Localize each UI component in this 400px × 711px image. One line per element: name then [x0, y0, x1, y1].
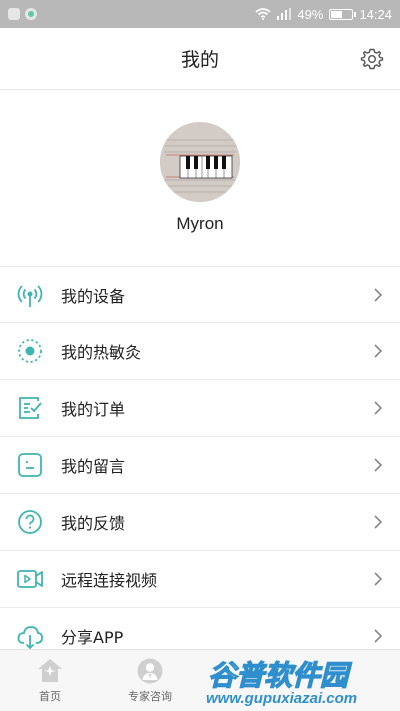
doctor-icon	[137, 658, 163, 684]
avatar-image	[160, 122, 240, 202]
message-icon	[16, 451, 44, 479]
signal-icon	[277, 8, 292, 20]
clock: 14:24	[359, 6, 392, 22]
avatar[interactable]	[160, 122, 240, 202]
battery-icon	[329, 8, 357, 20]
page-title: 我的	[180, 49, 219, 71]
chevron-right-icon	[374, 344, 383, 358]
menu-item-orders[interactable]: 我的订单	[0, 380, 400, 437]
menu-item-label: 我的反馈	[61, 514, 126, 533]
menu-list: 我的设备 我的热敏灸 我的订单 我的留言 我的反馈 远程连接视频 分享APP	[0, 266, 400, 665]
app-header: 我的	[0, 28, 400, 90]
status-bar: 49% 14:24	[0, 0, 400, 28]
menu-item-label: 分享APP	[61, 628, 124, 647]
menu-item-label: 我的热敏灸	[61, 343, 142, 362]
menu-item-messages[interactable]: 我的留言	[0, 437, 400, 494]
menu-item-feedback[interactable]: 我的反馈	[0, 494, 400, 551]
home-icon	[37, 658, 63, 684]
question-icon	[16, 508, 44, 536]
nav-item-home[interactable]: 首页	[0, 650, 100, 711]
watermark-url: www.gupuxiazai.com	[206, 690, 357, 707]
video-icon	[16, 565, 44, 593]
menu-item-moxibustion[interactable]: 我的热敏灸	[0, 323, 400, 380]
watermark-title: 谷普软件园	[208, 659, 352, 692]
order-list-icon	[16, 394, 44, 422]
notification-app-icon	[8, 8, 20, 20]
menu-item-label: 远程连接视频	[61, 571, 158, 590]
watermark-logo: 谷普软件园 www.gupuxiazai.com	[206, 658, 357, 707]
menu-item-remote-video[interactable]: 远程连接视频	[0, 551, 400, 608]
chevron-right-icon	[374, 515, 383, 529]
chevron-right-icon	[374, 572, 383, 586]
settings-button[interactable]	[360, 47, 384, 71]
wifi-icon	[255, 8, 271, 20]
cloud-share-icon	[16, 622, 44, 650]
chevron-right-icon	[374, 458, 383, 472]
chevron-right-icon	[374, 401, 383, 415]
menu-item-label: 我的订单	[61, 400, 126, 419]
battery-percent: 49%	[297, 6, 324, 22]
broadcast-icon	[16, 281, 44, 309]
nav-label: 首页	[39, 689, 61, 703]
chevron-right-icon	[374, 629, 383, 643]
menu-item-label: 我的留言	[61, 457, 126, 476]
notification-icons	[8, 8, 37, 20]
menu-item-devices[interactable]: 我的设备	[0, 266, 400, 323]
profile-section: Myron	[0, 90, 400, 250]
nav-item-expert[interactable]: 专家咨询	[100, 650, 200, 711]
menu-item-label: 我的设备	[61, 286, 126, 306]
status-indicators: 49% 14:24	[255, 7, 392, 22]
notification-chat-icon	[25, 8, 37, 20]
gear-icon	[360, 48, 384, 70]
username: Myron	[176, 214, 224, 233]
nav-label: 专家咨询	[128, 689, 172, 703]
target-dot-icon	[16, 337, 44, 365]
chevron-right-icon	[374, 288, 383, 302]
